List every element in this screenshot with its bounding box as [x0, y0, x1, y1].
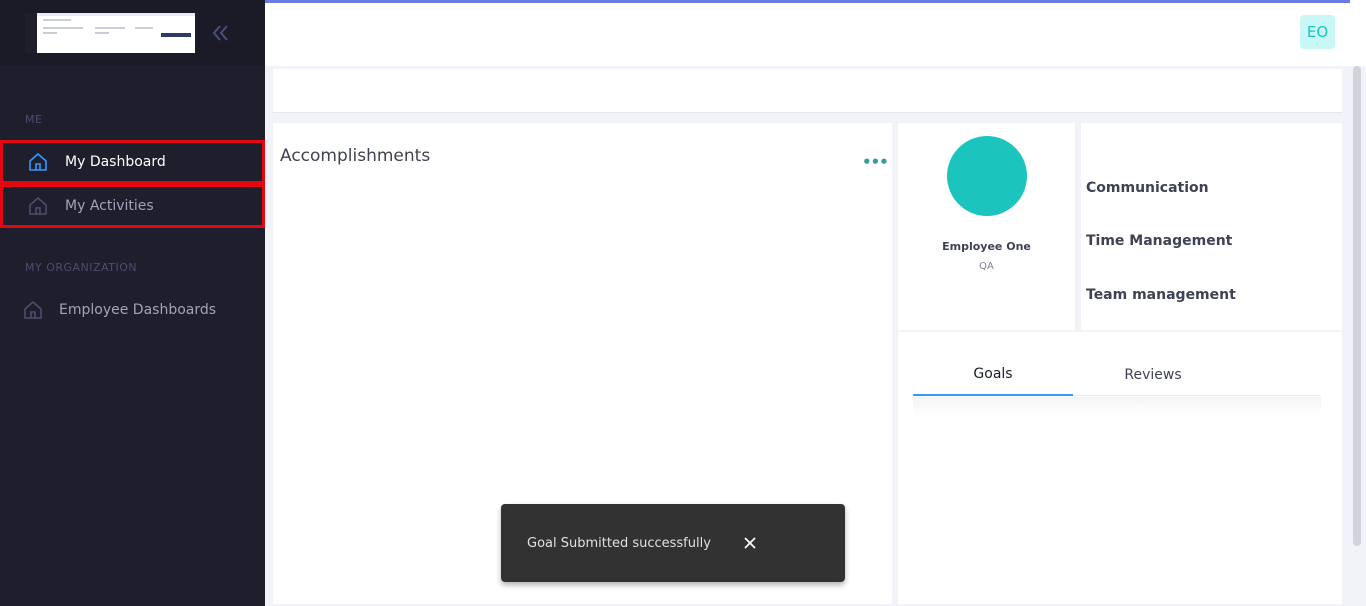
close-icon[interactable] — [741, 534, 759, 552]
collapse-sidebar-icon[interactable] — [210, 22, 232, 44]
brand-area — [0, 0, 265, 65]
topbar: EO — [265, 0, 1366, 66]
sidebar-item-label: My Dashboard — [65, 154, 166, 170]
home-icon — [22, 299, 44, 321]
employee-role: QA — [979, 261, 994, 272]
goals-reviews-card: Goals Reviews — [898, 332, 1342, 604]
sidebar-item-employee-dashboards[interactable]: Employee Dashboards — [0, 288, 265, 332]
skills-card: Communication Time Management Team manag… — [1081, 123, 1342, 330]
sidebar-item-my-dashboard[interactable]: My Dashboard — [0, 140, 265, 184]
sidebar: ME My Dashboard My Activities MY ORGANIZ… — [0, 0, 265, 606]
profile-card: Employee One QA — [898, 123, 1075, 330]
user-avatar-button[interactable]: EO — [1300, 15, 1335, 49]
home-icon — [27, 195, 49, 217]
toast-message: Goal Submitted successfully — [527, 535, 711, 551]
avatar — [947, 136, 1027, 216]
subheader — [273, 69, 1342, 113]
skill-item: Communication — [1086, 180, 1209, 196]
sidebar-item-my-activities[interactable]: My Activities — [0, 184, 265, 228]
logo[interactable] — [25, 13, 195, 53]
tab-content-area — [913, 397, 1321, 417]
more-options-icon[interactable]: ••• — [862, 153, 889, 171]
toast-notification: Goal Submitted successfully — [501, 504, 845, 582]
tab-goals[interactable]: Goals — [913, 354, 1073, 396]
section-title-my-organization: MY ORGANIZATION — [25, 261, 138, 274]
skill-item: Team management — [1086, 287, 1236, 303]
section-title-me: ME — [25, 113, 43, 126]
home-icon — [27, 151, 49, 173]
employee-name: Employee One — [942, 240, 1031, 253]
accomplishments-title: Accomplishments — [280, 146, 431, 166]
tab-bar: Goals Reviews — [913, 354, 1321, 396]
tab-reviews[interactable]: Reviews — [1073, 354, 1233, 396]
topbar-accent-line — [265, 0, 1350, 3]
sidebar-item-label: Employee Dashboards — [59, 302, 217, 318]
sidebar-item-label: My Activities — [65, 198, 154, 214]
page-scrollbar[interactable] — [1353, 66, 1361, 546]
skill-item: Time Management — [1086, 233, 1233, 249]
